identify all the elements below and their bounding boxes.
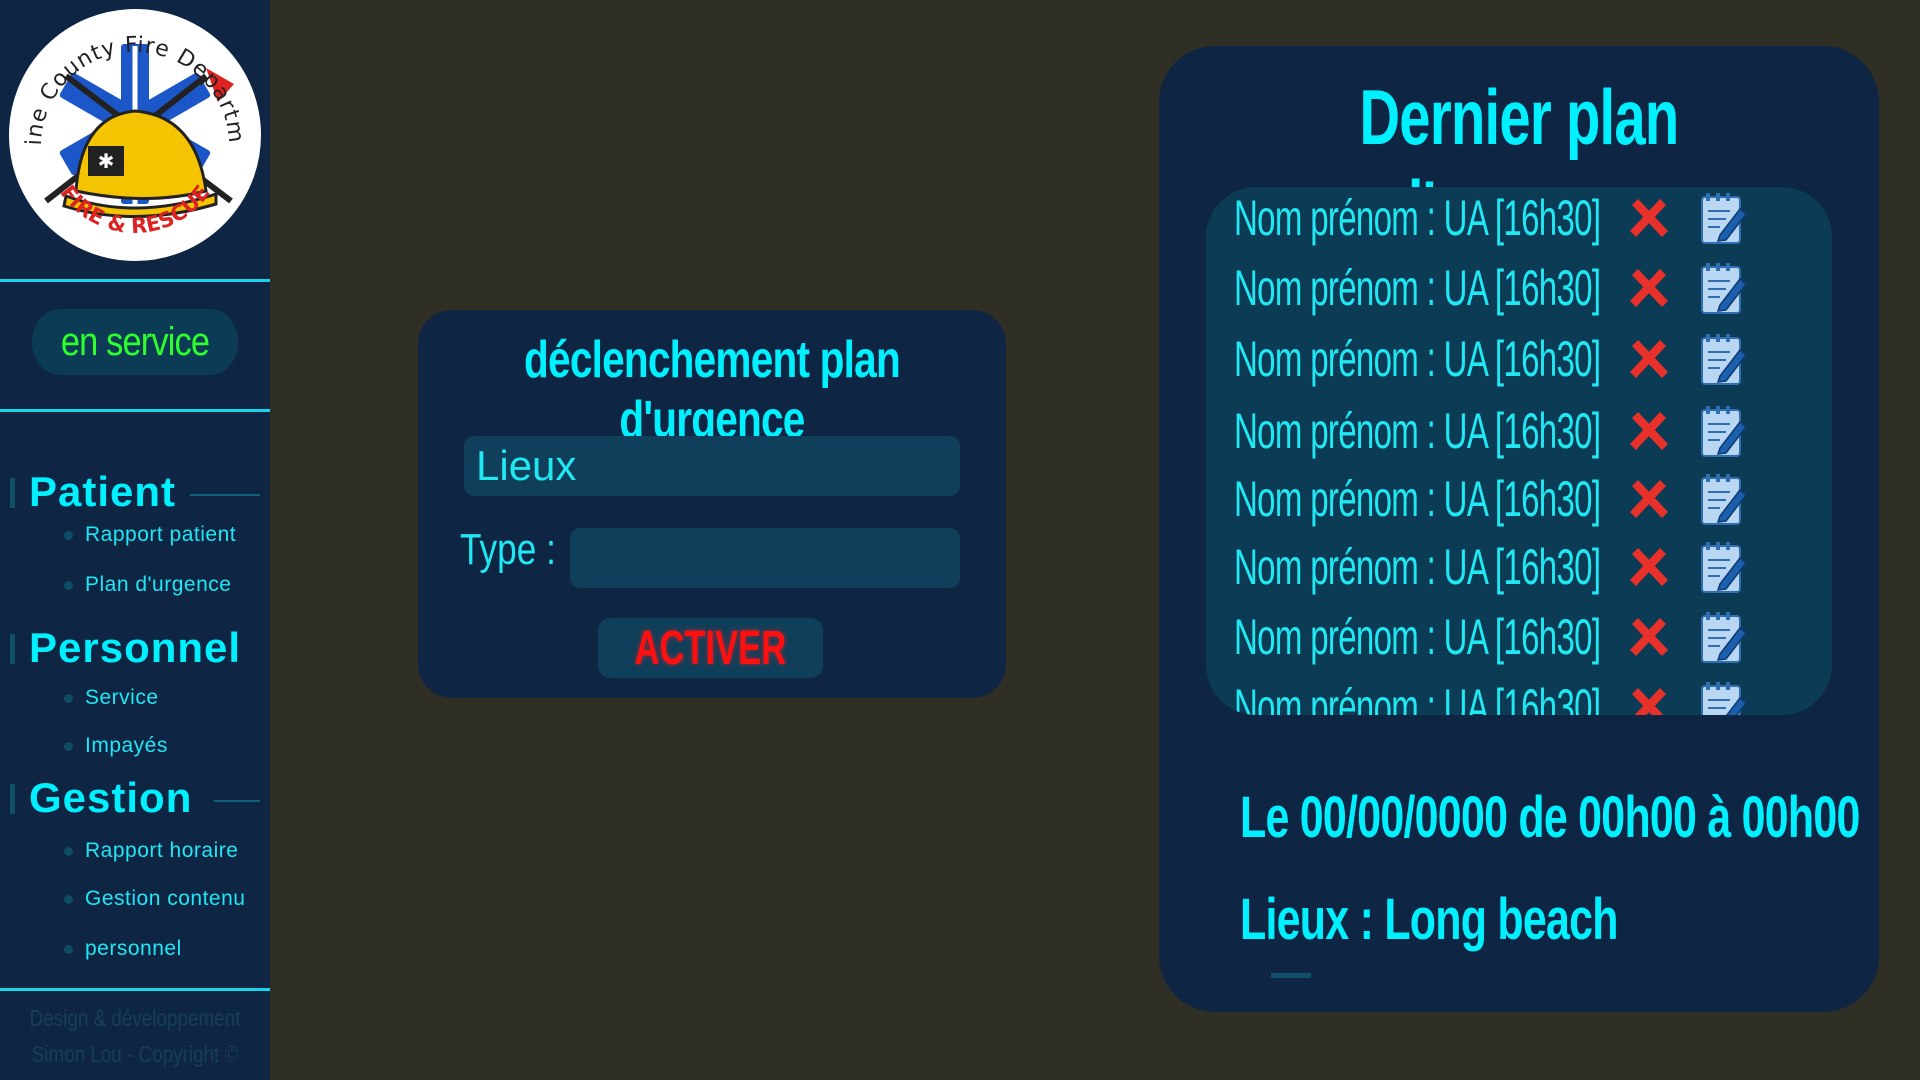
section-marker xyxy=(10,784,15,814)
personnel-name: Nom prénom : UA [16h30] xyxy=(1234,679,1601,715)
bullet-icon xyxy=(64,530,73,540)
activate-button-label: ACTIVER xyxy=(634,621,787,675)
service-status-label: en service xyxy=(60,319,210,364)
section-rule xyxy=(190,494,260,496)
bullet-icon xyxy=(64,693,73,703)
sidebar-item-label: Rapport horaire xyxy=(85,839,239,862)
list-item: Nom prénom : UA [16h30] xyxy=(1206,536,1832,596)
nav-section-patient: Patient xyxy=(0,466,270,515)
delete-x-icon[interactable] xyxy=(1624,263,1674,313)
section-title: Personnel xyxy=(29,624,242,671)
personnel-name: Nom prénom : UA [16h30] xyxy=(1234,539,1601,595)
type-input[interactable] xyxy=(570,528,960,588)
bullet-icon xyxy=(64,846,73,856)
list-item: Nom prénom : UA [16h30] xyxy=(1206,328,1832,388)
sidebar: ✱ Blaine County Fire Department FIRE & R… xyxy=(0,0,270,1080)
bullet-icon xyxy=(64,580,73,590)
bullet-icon xyxy=(64,894,73,904)
list-item: Nom prénom : UA [16h30] xyxy=(1206,676,1832,715)
activate-button[interactable]: ACTIVER xyxy=(598,618,823,678)
credits: Design & développement Simon Lou - Copyr… xyxy=(24,1000,245,1072)
section-marker xyxy=(10,634,15,664)
list-item: Nom prénom : UA [16h30] xyxy=(1206,257,1832,317)
sidebar-item-label: personnel xyxy=(85,937,182,960)
list-item: Nom prénom : UA [16h30] xyxy=(1206,606,1832,666)
fire-department-logo: ✱ Blaine County Fire Department FIRE & R… xyxy=(0,0,264,264)
edit-note-icon[interactable] xyxy=(1700,404,1748,458)
list-item: Nom prénom : UA [16h30] xyxy=(1206,400,1832,460)
section-marker xyxy=(10,478,15,508)
sidebar-item-label: Plan d'urgence xyxy=(85,573,232,596)
delete-x-icon[interactable] xyxy=(1624,682,1674,715)
last-emergency-plan-card: Dernier plan d'urgence Nom prénom : UA [… xyxy=(1159,46,1879,1012)
credits-line: Design & développement xyxy=(29,1005,241,1031)
trigger-card-title: déclenchement plan d'urgence xyxy=(524,331,901,449)
bullet-icon xyxy=(64,741,73,751)
edit-note-icon[interactable] xyxy=(1700,332,1748,386)
list-item: Nom prénom : UA [16h30] xyxy=(1206,187,1832,247)
sidebar-item-plan-urgence[interactable]: Plan d'urgence xyxy=(64,570,231,600)
credits-line: Simon Lou - Copyright © xyxy=(31,1041,239,1067)
svg-text:✱: ✱ xyxy=(98,149,115,173)
sidebar-item-label: Rapport patient xyxy=(85,523,237,546)
sidebar-item-impayes[interactable]: Impayés xyxy=(64,731,168,761)
plan-personnel-list[interactable]: Nom prénom : UA [16h30] Nom prénom : UA [… xyxy=(1206,187,1832,715)
delete-x-icon[interactable] xyxy=(1624,612,1674,662)
plan-underline xyxy=(1271,973,1311,978)
bullet-icon xyxy=(64,944,73,954)
personnel-name: Nom prénom : UA [16h30] xyxy=(1234,403,1601,459)
edit-note-icon[interactable] xyxy=(1700,261,1748,315)
edit-note-icon[interactable] xyxy=(1700,191,1748,245)
delete-x-icon[interactable] xyxy=(1624,406,1674,456)
sidebar-item-rapport-patient[interactable]: Rapport patient xyxy=(64,520,236,550)
personnel-name: Nom prénom : UA [16h30] xyxy=(1234,331,1601,387)
nav-section-personnel: Personnel xyxy=(0,622,270,671)
sidebar-item-label: Impayés xyxy=(85,734,168,757)
delete-x-icon[interactable] xyxy=(1624,542,1674,592)
nav-section-gestion: Gestion xyxy=(0,772,270,821)
plan-date: Le 00/00/0000 de 00h00 à 00h00 xyxy=(1240,785,1860,850)
edit-note-icon[interactable] xyxy=(1700,540,1748,594)
edit-note-icon[interactable] xyxy=(1700,680,1748,715)
delete-x-icon[interactable] xyxy=(1624,334,1674,384)
sidebar-item-label: Service xyxy=(85,686,159,709)
sidebar-item-personnel[interactable]: personnel xyxy=(64,934,182,964)
section-rule xyxy=(214,800,260,802)
sidebar-divider xyxy=(0,279,270,282)
edit-note-icon[interactable] xyxy=(1700,610,1748,664)
section-title: Patient xyxy=(29,468,177,515)
emergency-plan-trigger-card: déclenchement plan d'urgence Type : ACTI… xyxy=(418,310,1006,698)
sidebar-divider xyxy=(0,409,270,412)
type-label: Type : xyxy=(460,525,556,574)
sidebar-item-rapport-horaire[interactable]: Rapport horaire xyxy=(64,836,238,866)
sidebar-divider xyxy=(0,988,270,991)
personnel-name: Nom prénom : UA [16h30] xyxy=(1234,471,1601,527)
sidebar-item-gestion-contenu[interactable]: Gestion contenu xyxy=(64,884,245,914)
personnel-name: Nom prénom : UA [16h30] xyxy=(1234,190,1601,246)
lieux-input[interactable] xyxy=(464,436,960,496)
sidebar-item-label: Gestion contenu xyxy=(85,887,246,910)
plan-location: Lieux : Long beach xyxy=(1240,887,1619,952)
delete-x-icon[interactable] xyxy=(1624,474,1674,524)
service-status-badge[interactable]: en service xyxy=(31,309,239,375)
sidebar-item-service[interactable]: Service xyxy=(64,683,159,713)
delete-x-icon[interactable] xyxy=(1624,193,1674,243)
section-title: Gestion xyxy=(29,774,193,821)
list-item: Nom prénom : UA [16h30] xyxy=(1206,468,1832,528)
edit-note-icon[interactable] xyxy=(1700,472,1748,526)
personnel-name: Nom prénom : UA [16h30] xyxy=(1234,609,1601,665)
personnel-name: Nom prénom : UA [16h30] xyxy=(1234,260,1601,316)
